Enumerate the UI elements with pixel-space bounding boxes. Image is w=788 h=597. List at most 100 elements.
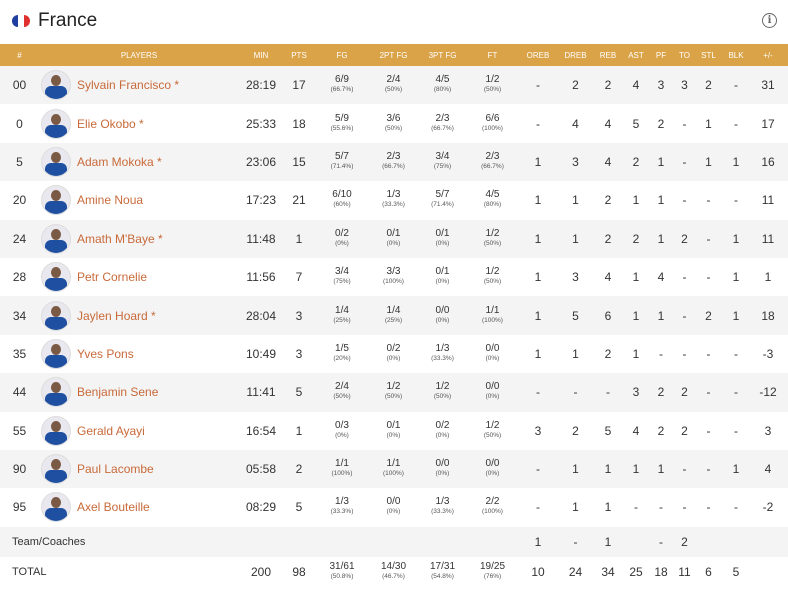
column-header[interactable]: MIN [239, 44, 283, 66]
player-avatar[interactable] [41, 108, 71, 139]
player-avatar[interactable] [41, 185, 71, 216]
column-header[interactable]: STL [696, 44, 721, 66]
ft: 1/1 (100%) [467, 296, 518, 334]
player-name-link[interactable]: Petr Cornelie [77, 270, 147, 284]
player-name-link[interactable]: Adam Mokoka * [77, 155, 162, 169]
player-row[interactable]: 24 Amath M'Baye * 11:48 1 0/2 (0%) 0/1 (0%) 0/1(… [0, 219, 788, 258]
stat-ast: 3 [632, 385, 640, 400]
column-header[interactable]: TO [673, 44, 696, 66]
player-name-link[interactable]: Jaylen Hoard * [77, 309, 156, 323]
stat-blk: - [734, 385, 738, 400]
fg3-made: 0/0 [435, 304, 450, 316]
total-fg-made: 31/61 [329, 560, 355, 572]
ft-made: 4/5 [485, 189, 500, 201]
column-header[interactable]: AST [623, 44, 649, 66]
player-avatar[interactable] [41, 300, 71, 331]
stat-reb: 4 [604, 116, 612, 131]
player-row[interactable]: 44 Benjamin Sene 11:41 5 2/4 (50%) 1/2 (50%) 1/2… [0, 373, 788, 412]
player-name-link[interactable]: Amath M'Baye * [77, 232, 163, 246]
ft-pct: (50%) [483, 278, 502, 286]
fg: 6/9 (66.7%) [315, 66, 369, 104]
total-stat-stl: 6 [705, 564, 712, 579]
team-name: France [38, 10, 98, 31]
fg: 5/7 (71.4%) [315, 143, 369, 181]
column-header[interactable]: 3PT FG [418, 44, 467, 66]
stat-pf: 3 [657, 78, 665, 93]
column-header[interactable]: OREB [518, 44, 558, 66]
player-row[interactable]: 00 Sylvain Francisco * 28:19 17 6/9 (66.7%) 2/… [0, 66, 788, 105]
player-name-link[interactable]: Elie Okobo * [77, 117, 144, 131]
ft-made: 2/2 [485, 496, 500, 508]
column-header[interactable]: +/- [751, 44, 785, 66]
column-header[interactable]: PLAYERS [39, 44, 239, 66]
stat-oreb: - [536, 462, 540, 477]
player-avatar[interactable] [41, 454, 71, 485]
fg2-made: 0/1 [386, 227, 401, 239]
player-name-link[interactable]: Axel Bouteille [77, 500, 150, 514]
fg-made: 5/9 [335, 112, 349, 124]
stat-reb: 2 [604, 193, 612, 208]
stat-blk: - [734, 346, 738, 361]
column-header[interactable]: # [0, 44, 39, 66]
column-header[interactable]: FG [315, 44, 369, 66]
points: 21 [292, 193, 306, 208]
player-row[interactable]: 20 Amine Noua 17:23 21 6/10 (60%) 1/3 (33.3%) 5/… [0, 181, 788, 220]
player-row[interactable]: 0 Elie Okobo * 25:33 18 5/9 (55.6%) 3/6 (50%) 2/… [0, 104, 788, 143]
total-ft-made: 19/25 [479, 560, 506, 572]
column-header[interactable]: PTS [283, 44, 315, 66]
player-name-link[interactable]: Gerald Ayayi [77, 424, 145, 438]
info-icon[interactable]: i [762, 13, 777, 28]
player-row[interactable]: 34 Jaylen Hoard * 28:04 3 1/4 (25%) 1/4 (25%) 0/… [0, 296, 788, 335]
stat-oreb: 1 [534, 193, 542, 208]
ft: 0/0 (0%) [467, 373, 518, 411]
fg2-pct: (66.7%) [382, 162, 405, 170]
player-avatar[interactable] [41, 262, 71, 293]
fg: 0/3 (0%) [315, 412, 369, 450]
total-fg: 31/61 (50.8%) [315, 557, 369, 587]
minutes: 11:48 [246, 231, 276, 246]
fg3: 1/2 (50%) [418, 373, 467, 411]
points: 5 [295, 500, 303, 515]
player-row[interactable]: 55 Gerald Ayayi 16:54 1 0/3 (0%) 0/1 (0%) 0/2 (0%… [0, 411, 788, 450]
fg3: 0/1 (0%) [418, 258, 467, 296]
stat-blk: 1 [732, 270, 740, 285]
fg2: 0/0 (0%) [369, 488, 418, 526]
player-cell: Paul Lacombe [39, 450, 239, 488]
player-row[interactable]: 35 Yves Pons 10:49 3 1/5 (20%) 0/2 (0%) 1/3 (33.3… [0, 334, 788, 374]
player-avatar[interactable] [41, 415, 71, 446]
player-avatar[interactable] [41, 338, 71, 369]
player-avatar[interactable] [41, 223, 71, 254]
player-row[interactable]: 95 Axel Bouteille 08:29 5 1/3 (33.3%) 0/0 (0%) 1… [0, 488, 788, 527]
fg2-pct: (50%) [384, 124, 403, 132]
stat-dreb: 1 [572, 193, 579, 208]
team-stat-dreb: - [573, 534, 578, 549]
minutes: 08:29 [245, 500, 277, 515]
player-row[interactable]: 28 Petr Cornelie 11:56 7 3/4 (75%) 3/3 (100%) 0/… [0, 257, 788, 297]
column-header[interactable]: REB [593, 44, 623, 66]
player-name-link[interactable]: Sylvain Francisco * [77, 78, 179, 92]
player-avatar[interactable] [41, 70, 71, 101]
player-avatar[interactable] [41, 146, 71, 177]
player-name-link[interactable]: Benjamin Sene [77, 385, 158, 399]
column-header[interactable]: PF [649, 44, 673, 66]
column-header[interactable]: FT [467, 44, 518, 66]
column-header[interactable]: BLK [721, 44, 751, 66]
stat-stl: - [706, 500, 711, 515]
column-header[interactable]: DREB [558, 44, 593, 66]
player-name-link[interactable]: Yves Pons [77, 347, 134, 361]
player-avatar[interactable] [41, 377, 71, 408]
player-row[interactable]: 90 Paul Lacombe 05:58 2 1/1 (100%) 1/1 (100%) 0/… [0, 449, 788, 489]
column-header[interactable]: 2PT FG [369, 44, 418, 66]
flag-stripe [24, 15, 30, 27]
total-points: 98 [292, 564, 306, 579]
stat-blk: - [734, 500, 738, 515]
player-name-link[interactable]: Amine Noua [77, 193, 143, 207]
player-name-link[interactable]: Paul Lacombe [77, 462, 154, 476]
ft-made: 1/2 [485, 419, 500, 431]
points: 3 [295, 346, 303, 361]
stat-to: 3 [681, 78, 688, 93]
player-avatar[interactable] [41, 492, 71, 523]
fg3: 0/2 (0%) [418, 412, 467, 450]
fg3-made: 3/4 [435, 150, 450, 162]
player-row[interactable]: 5 Adam Mokoka * 23:06 15 5/7 (71.4%) 2/3 (66.7%… [0, 142, 788, 182]
